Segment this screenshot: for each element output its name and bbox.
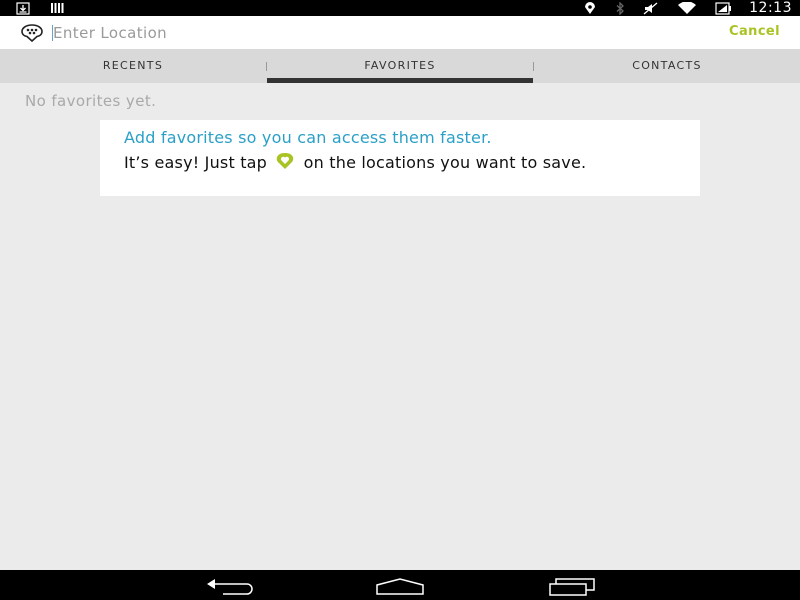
favorite-pin-icon: [274, 152, 296, 170]
status-time: 12:13: [749, 0, 792, 16]
battery-icon: [715, 1, 732, 15]
location-input[interactable]: [53, 21, 653, 45]
app-logo-icon: [20, 24, 44, 43]
signal-bars-icon: [50, 2, 66, 14]
wifi-icon: [677, 1, 697, 15]
hint-body-after: on the locations you want to save.: [303, 153, 587, 172]
location-icon: [583, 1, 597, 15]
active-tab-indicator: [267, 78, 533, 83]
home-button[interactable]: [374, 574, 426, 596]
mute-icon: [643, 2, 659, 15]
hint-body-before: It’s easy! Just tap: [124, 153, 268, 172]
favorites-hint-card: Add favorites so you can access them fas…: [100, 120, 700, 196]
empty-favorites-message: No favorites yet.: [25, 92, 157, 110]
bluetooth-icon: [615, 1, 625, 15]
navigation-bar: [0, 570, 800, 600]
home-icon: [374, 574, 426, 596]
status-bar: 12:13: [0, 0, 800, 16]
back-icon: [203, 574, 255, 596]
back-button[interactable]: [203, 574, 255, 596]
cancel-button[interactable]: Cancel: [729, 24, 780, 39]
search-bar: Cancel: [0, 16, 800, 49]
recent-apps-icon: [546, 574, 598, 596]
recent-apps-button[interactable]: [546, 574, 598, 596]
tab-recents[interactable]: RECENTS: [0, 49, 266, 83]
hint-title: Add favorites so you can access them fas…: [124, 128, 492, 147]
tab-contacts[interactable]: CONTACTS: [534, 49, 800, 83]
hint-body: It’s easy! Just tap on the locations you…: [124, 152, 664, 171]
download-icon: [16, 1, 30, 15]
